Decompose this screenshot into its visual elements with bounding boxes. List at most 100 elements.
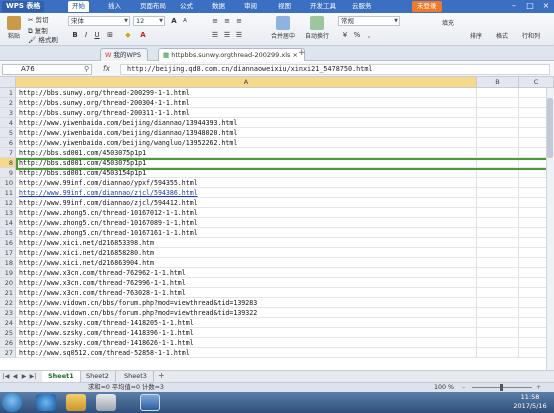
shrink-font-icon[interactable]: A (180, 16, 190, 26)
align-right-icon[interactable]: ☰ (234, 30, 244, 40)
cell-a[interactable]: http://bbs.sunwy.org/thread-200311-1-1.h… (16, 108, 477, 118)
tab-my-wps[interactable]: W 我的WPS (100, 48, 148, 61)
cell-a[interactable]: http://www.x3cn.com/thread-762962-1-1.ht… (16, 268, 477, 278)
select-all-corner[interactable] (0, 77, 16, 88)
row-header[interactable]: 2 (0, 98, 16, 108)
row-header[interactable]: 14 (0, 218, 16, 228)
font-name-select[interactable]: 宋体 ▼ (68, 16, 130, 26)
paste-button[interactable]: 粘贴 (2, 15, 26, 43)
format-painter-button[interactable]: 🖌 格式刷 (28, 35, 58, 46)
italic-icon[interactable]: I (81, 30, 91, 40)
cell-b[interactable] (477, 98, 519, 108)
row-header[interactable]: 10 (0, 178, 16, 188)
scrollbar-thumb[interactable] (547, 98, 553, 158)
menu-cloud[interactable]: 云服务 (348, 1, 376, 12)
cell-b[interactable] (477, 338, 519, 348)
name-box[interactable]: A76 (2, 64, 92, 75)
wrap-text-button[interactable]: 自动换行 (302, 15, 332, 43)
wps-taskbar-icon[interactable] (140, 394, 160, 411)
cell-b[interactable] (477, 298, 519, 308)
zoom-lens-icon[interactable]: ⚲ (84, 65, 89, 73)
cell-b[interactable] (477, 208, 519, 218)
menu-developer[interactable]: 开发工具 (306, 1, 340, 12)
cell-a[interactable]: http://www.szsky.com/thread-1418396-1-1.… (16, 328, 477, 338)
row-header[interactable]: 4 (0, 118, 16, 128)
cell-a[interactable]: http://www.x3cn.com/thread-763028-1-1.ht… (16, 288, 477, 298)
row-header[interactable]: 7 (0, 148, 16, 158)
cell-a[interactable]: http://www.yiwenbaida.com/beijing/dianna… (16, 128, 477, 138)
row-header[interactable]: 6 (0, 138, 16, 148)
cell-a[interactable]: http://www.x3cn.com/thread-762996-1-1.ht… (16, 278, 477, 288)
column-header-b[interactable]: B (477, 77, 519, 88)
sheet-tab-1[interactable]: Sheet1 (42, 371, 81, 382)
cell-a[interactable]: http://bbs.sunwy.org/thread-200299-1-1.h… (16, 88, 477, 98)
row-header[interactable]: 1 (0, 88, 16, 98)
align-center-icon[interactable]: ☰ (222, 30, 232, 40)
cell-a[interactable]: http://www.vidown.cn/bbs/forum.php?mod=v… (16, 298, 477, 308)
cell-b[interactable] (477, 198, 519, 208)
cell-a[interactable]: http://www.yiwenbaida.com/beijing/dianna… (16, 118, 477, 128)
menu-page-layout[interactable]: 页面布局 (136, 1, 170, 12)
cell-b[interactable] (477, 348, 519, 358)
align-middle-icon[interactable]: ≡ (222, 16, 232, 26)
cell-a[interactable]: http://www.99inf.com/diannao/zjcl/594386… (16, 188, 477, 198)
zoom-in-icon[interactable]: + (536, 383, 541, 392)
cell-b[interactable] (477, 248, 519, 258)
first-sheet-icon[interactable]: |◀ (2, 372, 10, 382)
cell-b[interactable] (477, 128, 519, 138)
menu-data[interactable]: 数据 (208, 1, 229, 12)
menu-insert[interactable]: 插入 (104, 1, 125, 12)
cell-b[interactable] (477, 188, 519, 198)
row-header[interactable]: 25 (0, 328, 16, 338)
tab-document[interactable]: ▦ httpbbs.sunwy.orgthread-200299.xls × (158, 48, 305, 61)
column-header-c[interactable]: C (519, 77, 554, 88)
cell-b[interactable] (477, 138, 519, 148)
row-header[interactable]: 26 (0, 338, 16, 348)
cell-b[interactable] (477, 288, 519, 298)
cell-b[interactable] (477, 258, 519, 268)
prev-sheet-icon[interactable]: ◀ (11, 372, 19, 382)
cell-b[interactable] (477, 308, 519, 318)
row-header[interactable]: 8 (0, 158, 16, 168)
cell-b[interactable] (477, 318, 519, 328)
cell-a[interactable]: http://bbs.sd001.com/4503075p1p1 (16, 148, 477, 158)
new-tab-icon[interactable]: + (298, 48, 306, 58)
next-sheet-icon[interactable]: ▶ (20, 372, 28, 382)
folder-icon[interactable] (66, 394, 86, 411)
align-bottom-icon[interactable]: ≡ (234, 16, 244, 26)
fill-color-icon[interactable]: ◆ (123, 30, 133, 40)
cell-a[interactable]: http://www.99inf.com/diannao/ypxf/594355… (16, 178, 477, 188)
cell-b[interactable] (477, 148, 519, 158)
cell-b[interactable] (477, 278, 519, 288)
row-header[interactable]: 24 (0, 318, 16, 328)
minimize-icon[interactable]: – (508, 1, 520, 12)
last-sheet-icon[interactable]: ▶| (29, 372, 37, 382)
cut-button[interactable]: ✂ 剪切 (28, 15, 49, 26)
formula-input[interactable]: http://beijing.qd8.com.cn/diannaoweixiu/… (120, 64, 550, 75)
grow-font-icon[interactable]: A (169, 16, 179, 26)
sheet-tab-2[interactable]: Sheet2 (80, 371, 116, 382)
zoom-level[interactable]: 100 % (434, 383, 454, 392)
row-header[interactable]: 18 (0, 258, 16, 268)
font-color-icon[interactable]: A (138, 30, 148, 40)
player-icon[interactable] (96, 394, 116, 411)
maximize-icon[interactable]: □ (524, 1, 536, 12)
cell-a[interactable]: http://www.xici.net/d216858280.htm (16, 248, 477, 258)
underline-icon[interactable]: U (92, 30, 102, 40)
cell-a[interactable]: http://www.zhong5.cn/thread-10167089-1-1… (16, 218, 477, 228)
row-header[interactable]: 21 (0, 288, 16, 298)
cell-a[interactable]: http://www.xici.net/d216853398.htm (16, 238, 477, 248)
zoom-slider-handle[interactable] (500, 384, 503, 391)
rows-cols-button[interactable]: 行和列 (522, 31, 540, 42)
cell-b[interactable] (477, 178, 519, 188)
fx-icon[interactable]: fx (103, 64, 110, 73)
thousands-icon[interactable]: , (364, 30, 374, 40)
sort-button[interactable]: 排序 (470, 31, 482, 42)
row-header[interactable]: 19 (0, 268, 16, 278)
cell-a[interactable]: http://www.zhong5.cn/thread-10167161-1-1… (16, 228, 477, 238)
login-button[interactable]: 未登录 (412, 1, 442, 12)
add-sheet-icon[interactable]: + (158, 371, 165, 380)
sheet-tab-3[interactable]: Sheet3 (118, 371, 154, 382)
zoom-out-icon[interactable]: – (462, 383, 465, 392)
cell-a[interactable]: http://www.sq0512.com/thread-52858-1-1.h… (16, 348, 477, 358)
